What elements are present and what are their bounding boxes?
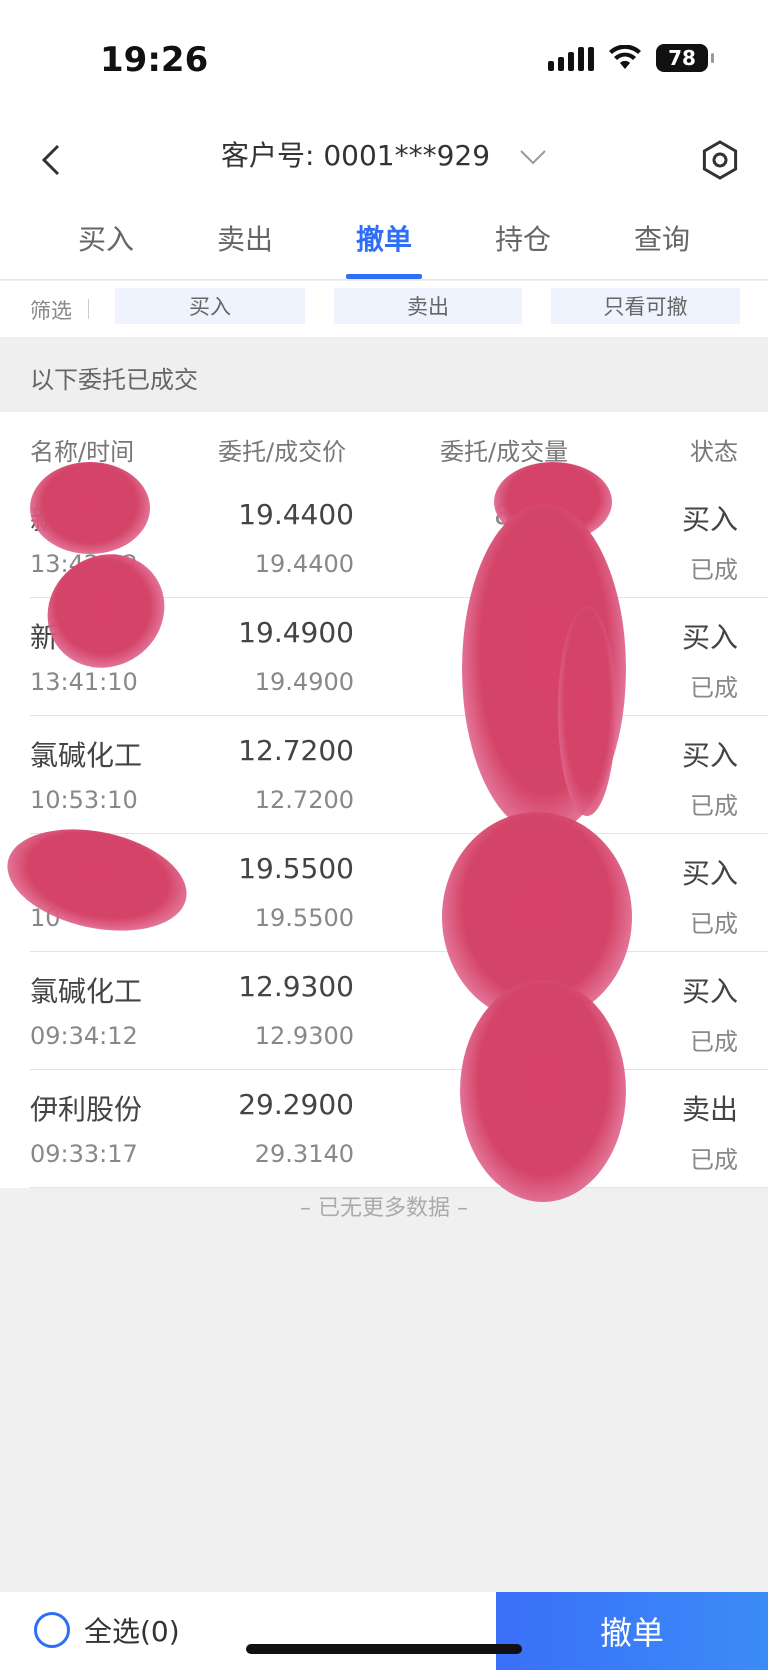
order-price: 29.2900 <box>238 1088 354 1121</box>
active-tab-indicator <box>346 274 422 279</box>
no-more-data-text: – 已无更多数据 – <box>300 1196 468 1221</box>
tab-positions[interactable]: 持仓 <box>463 218 583 258</box>
order-state: 已成 <box>690 910 738 938</box>
filter-chip-sell[interactable]: 卖出 <box>334 288 522 324</box>
order-side: 买入 <box>681 739 738 772</box>
order-state: 已成 <box>690 674 738 702</box>
stock-name: 伊利股份 <box>30 1093 143 1126</box>
tab-cancel-order[interactable]: 撤单 <box>324 218 444 258</box>
deal-price: 12.7200 <box>254 786 354 814</box>
order-time: 10 <box>30 904 61 932</box>
order-side: 买入 <box>681 975 738 1008</box>
order-time: 09:34:12 <box>30 1022 138 1050</box>
deal-price: 12.9300 <box>254 1022 354 1050</box>
deal-price: 29.3140 <box>254 1140 354 1168</box>
order-time: 13:42:02 <box>30 550 138 578</box>
order-price: 19.4900 <box>238 616 354 649</box>
order-time: 13:41:10 <box>30 668 138 696</box>
column-qty: 委托/成交量 <box>440 438 569 466</box>
tab-buy[interactable]: 买入 <box>46 218 166 258</box>
order-price: 19.4400 <box>238 498 354 531</box>
section-header-text: 以下委托已成交 <box>30 366 198 394</box>
order-price: 12.9300 <box>238 970 354 1003</box>
stock-name: 氯碱化工 <box>30 739 143 772</box>
deal-price: 19.5500 <box>254 904 354 932</box>
order-state: 已成 <box>690 556 738 584</box>
order-state: 已成 <box>690 1146 738 1174</box>
account-number: 客户号: 0001***929 <box>221 139 491 172</box>
status-icons: 78 <box>548 44 714 72</box>
filter-chip-buy[interactable]: 买入 <box>115 288 305 324</box>
radio-circle-icon <box>34 1612 70 1648</box>
account-selector[interactable]: 客户号: 0001***929 <box>0 134 768 174</box>
deal-price: 19.4400 <box>254 550 354 578</box>
order-row[interactable]: 氯碱化工 10:53:10 12.7200 12.7200 买入 已成 <box>30 716 768 834</box>
chevron-down-icon <box>520 150 546 165</box>
wifi-icon <box>609 45 641 69</box>
order-qty: 8 <box>494 498 512 531</box>
column-status: 状态 <box>690 438 738 466</box>
tab-bar: 买入 卖出 撤单 持仓 查询 <box>0 200 768 280</box>
order-price: 12.7200 <box>238 734 354 767</box>
battery-icon: 78 <box>656 44 714 72</box>
order-row[interactable]: 氯碱化工 09:34:12 12.9300 12.9300 买入 已成 <box>30 952 768 1070</box>
settings-icon[interactable] <box>690 130 750 190</box>
order-side: 买入 <box>681 503 738 536</box>
order-row[interactable]: 团 10 19.5500 19.5500 买入 已成 <box>30 834 768 952</box>
stock-name: 团 <box>112 857 141 890</box>
filter-bar: 筛选 买入 卖出 只看可撤 <box>0 281 768 337</box>
section-header: 以下委托已成交 <box>0 338 768 412</box>
column-headers: 名称/时间 委托/成交价 委托/成交量 状态 <box>0 412 768 480</box>
order-state: 已成 <box>690 792 738 820</box>
order-row[interactable]: 新 13:41:10 19.4900 19.4900 买入 已成 <box>30 598 768 716</box>
column-name-time: 名称/时间 <box>30 438 135 466</box>
stock-name: 氯碱化工 <box>30 975 143 1008</box>
home-indicator <box>246 1644 522 1654</box>
cancel-order-button[interactable]: 撤单 <box>496 1592 768 1670</box>
column-price: 委托/成交价 <box>218 438 347 466</box>
order-row[interactable]: 伊利股份 09:33:17 29.2900 29.3140 卖出 已成 <box>30 1070 768 1188</box>
select-all-label: 全选(0) <box>84 1615 180 1648</box>
select-all-toggle[interactable]: 全选(0) <box>34 1610 180 1650</box>
order-time: 09:33:17 <box>30 1140 138 1168</box>
status-bar: 19:26 78 <box>0 0 768 120</box>
bottom-action-bar: 全选(0) 撤单 <box>0 1592 768 1670</box>
order-price: 19.5500 <box>238 852 354 885</box>
order-time: 10:53:10 <box>30 786 138 814</box>
filter-chip-cancellable[interactable]: 只看可撤 <box>551 288 740 324</box>
order-side: 卖出 <box>681 1093 738 1126</box>
nav-bar: 客户号: 0001***929 <box>0 120 768 200</box>
order-state: 已成 <box>690 1028 738 1056</box>
stock-name: 新 <box>30 621 59 654</box>
filter-divider <box>88 299 89 319</box>
order-side: 买入 <box>681 621 738 654</box>
order-side: 买入 <box>681 857 738 890</box>
filter-label: 筛选 <box>30 299 72 323</box>
deal-price: 19.4900 <box>254 668 354 696</box>
tab-query[interactable]: 查询 <box>602 218 722 258</box>
cellular-signal-icon <box>548 45 594 71</box>
tab-sell[interactable]: 卖出 <box>185 218 305 258</box>
stock-name: 新 <box>30 503 59 536</box>
order-row[interactable]: 新 13:42:02 19.4400 19.4400 8 买入 已成 <box>30 480 768 598</box>
order-list: 名称/时间 委托/成交价 委托/成交量 状态 新 13:42:02 19.440… <box>0 412 768 1188</box>
status-time: 19:26 <box>100 40 209 80</box>
